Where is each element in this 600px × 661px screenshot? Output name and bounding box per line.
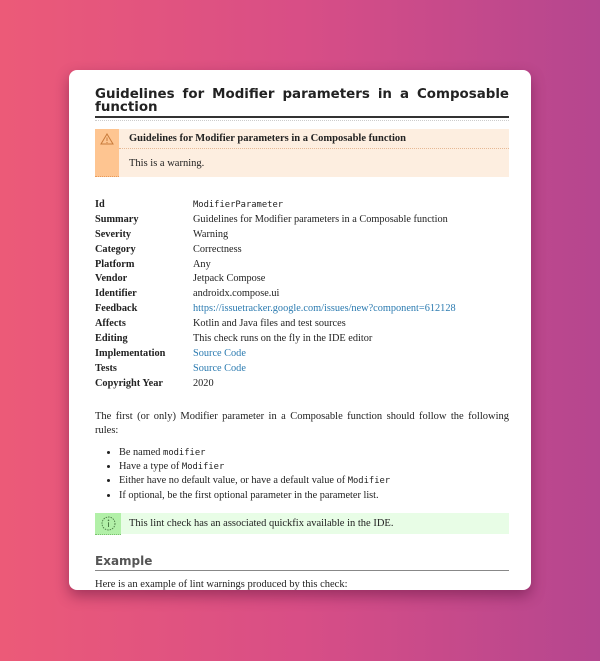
metadata-row: Vendor Jetpack Compose (95, 271, 456, 286)
metadata-key: Editing (95, 332, 128, 344)
metadata-value: Any (193, 258, 211, 270)
rule-text: Either have no default value, or have a … (119, 475, 348, 487)
metadata-value-cell: Any (193, 257, 456, 272)
metadata-row: Implementation Source Code (95, 346, 456, 361)
metadata-value-cell: Jetpack Compose (193, 271, 456, 286)
metadata-value: Warning (193, 228, 229, 240)
warning-box-sidebar (95, 129, 119, 177)
metadata-value: Kotlin and Java files and test sources (193, 318, 346, 330)
rule-code: modifier (163, 447, 206, 458)
metadata-key: Platform (95, 258, 135, 270)
metadata-row: Severity Warning (95, 227, 456, 242)
metadata-value-cell: Source Code (193, 361, 456, 376)
metadata-row: Affects Kotlin and Java files and test so… (95, 316, 456, 331)
metadata-key: Vendor (95, 273, 128, 285)
info-box: This lint check has an associated quickf… (95, 512, 509, 535)
info-circle-icon (101, 516, 116, 531)
metadata-link[interactable]: Source Code (193, 363, 246, 374)
warning-triangle-icon (100, 133, 114, 145)
metadata-link[interactable]: https://issuetracker.google.com/issues/n… (193, 303, 456, 314)
metadata-row: Platform Any (95, 257, 456, 272)
warning-text: This is a warning. (129, 158, 205, 169)
metadata-value-cell: androidx.compose.ui (193, 286, 456, 301)
metadata-key: Summary (95, 213, 139, 225)
metadata-key: Implementation (95, 347, 166, 359)
metadata-value: Jetpack Compose (193, 273, 266, 285)
metadata-value-cell: 2020 (193, 376, 456, 391)
warning-box: Guidelines for Modifier parameters in a … (95, 129, 509, 177)
metadata-value-cell: This check runs on the fly in the IDE ed… (193, 331, 456, 346)
warning-title: Guidelines for Modifier parameters in a … (119, 129, 509, 149)
metadata-value-cell: Guidelines for Modifier parameters in a … (193, 212, 456, 227)
metadata-value: ModifierParameter (193, 199, 284, 210)
metadata-key: Affects (95, 318, 126, 330)
rule-code: Modifier (181, 461, 225, 472)
metadata-row: Editing This check runs on the fly in the… (95, 331, 456, 346)
metadata-row: Summary Guidelines for Modifier parameter… (95, 212, 456, 227)
rule-text: If optional, be the first optional param… (119, 489, 379, 501)
metadata-value-cell: ModifierParameter (193, 197, 456, 212)
document-card: Guidelines for Modifier parameters in a … (69, 70, 531, 590)
rule-item: Have a type of Modifier (119, 460, 509, 474)
rule-item: Either have no default value, or have a … (119, 474, 509, 488)
metadata-key: Severity (95, 228, 132, 240)
metadata-row: Identifier androidx.compose.ui (95, 286, 456, 301)
metadata-key: Identifier (95, 288, 137, 300)
info-box-sidebar (95, 512, 121, 535)
rule-item: Be named modifier (119, 446, 509, 460)
metadata-table: Id ModifierParameter Summary Guidelines for… (95, 197, 456, 391)
rules-list: Be named modifierHave a type of Modifier… (95, 446, 509, 503)
metadata-key: Tests (95, 362, 117, 374)
rule-text: Have a type of (119, 460, 182, 472)
metadata-key: Feedback (95, 303, 138, 315)
metadata-key: Category (95, 243, 136, 255)
metadata-value-cell: https://issuetracker.google.com/issues/n… (193, 301, 456, 316)
metadata-row: Tests Source Code (95, 361, 456, 376)
metadata-value: 2020 (193, 377, 214, 389)
metadata-row: Copyright Year 2020 (95, 376, 456, 391)
document-content: Guidelines for Modifier parameters in a … (95, 88, 509, 590)
metadata-row: Id ModifierParameter (95, 197, 456, 212)
title-divider (95, 120, 509, 121)
rule-code: Modifier (347, 476, 391, 487)
page-title: Guidelines for Modifier parameters in a … (95, 88, 509, 118)
metadata-value-cell: Kotlin and Java files and test sources (193, 316, 456, 331)
metadata-value-cell: Warning (193, 227, 456, 242)
metadata-value: This check runs on the fly in the IDE ed… (193, 332, 373, 344)
metadata-value: Correctness (193, 243, 242, 255)
metadata-value-cell: Correctness (193, 242, 456, 257)
metadata-row: Category Correctness (95, 242, 456, 257)
rule-item: If optional, be the first optional param… (119, 489, 509, 502)
rule-text: Be named (119, 446, 164, 458)
metadata-value: Guidelines for Modifier parameters in a … (193, 213, 448, 225)
info-text: This lint check has an associated quickf… (129, 518, 394, 530)
metadata-row: Feedback https://issuetracker.google.com/… (95, 301, 456, 316)
metadata-value: androidx.compose.ui (193, 288, 280, 300)
metadata-key: Copyright Year (95, 377, 163, 389)
metadata-link[interactable]: Source Code (193, 348, 246, 359)
metadata-key: Id (95, 198, 105, 210)
warning-box-body: Guidelines for Modifier parameters in a … (119, 129, 509, 177)
metadata-value-cell: Source Code (193, 346, 456, 361)
intro-paragraph: The first (or only) Modifier parameter i… (95, 410, 509, 436)
example-text: Here is an example of lint warnings prod… (95, 579, 348, 590)
example-heading: Example (95, 554, 509, 572)
